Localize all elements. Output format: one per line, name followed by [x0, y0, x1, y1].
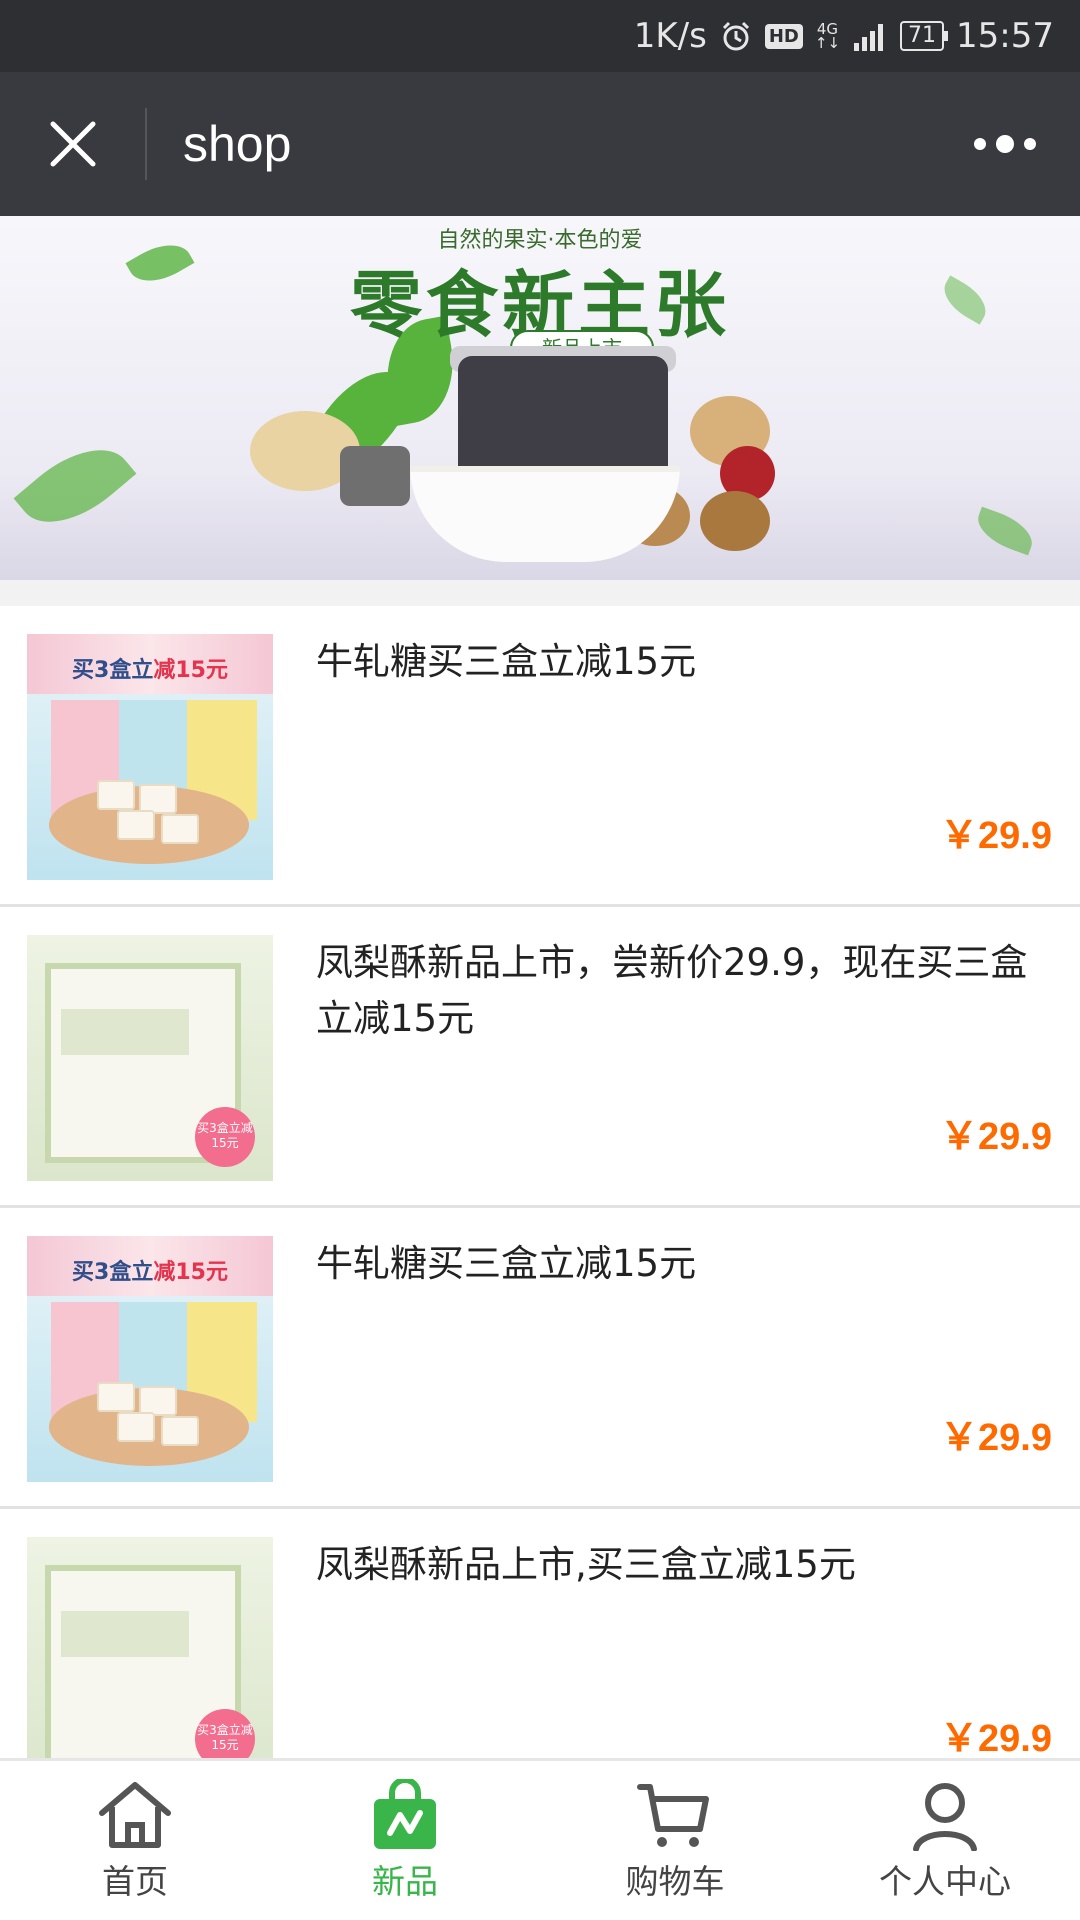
close-button[interactable] — [0, 72, 145, 216]
tab-home[interactable]: 首页 — [0, 1761, 270, 1920]
product-item[interactable]: 买3盒立减15元 牛轧糖买三盒立减15元 ￥29.9 — [0, 1208, 1080, 1509]
more-icon — [974, 138, 986, 150]
battery-indicator: 71 — [900, 21, 949, 51]
product-image: 买3盒立减15元 — [27, 1236, 273, 1482]
new-bag-icon — [374, 1779, 436, 1849]
tab-cart[interactable]: 购物车 — [540, 1761, 810, 1920]
tab-label: 首页 — [102, 1862, 168, 1901]
promo-banner[interactable]: 自然的果实·本色的爱 零食新主张 新品上市 — [0, 216, 1080, 580]
home-icon — [99, 1782, 171, 1848]
signal-icon — [852, 21, 888, 51]
net-speed: 1K/s — [633, 16, 707, 56]
tab-new[interactable]: 新品 — [270, 1761, 540, 1920]
product-image: 买3盒立减15元 — [27, 1537, 273, 1783]
product-item[interactable]: 买3盒立减15元 牛轧糖买三盒立减15元 ￥29.9 — [0, 606, 1080, 907]
walnut — [700, 491, 770, 551]
more-button[interactable] — [930, 72, 1080, 216]
bottom-tab-bar: 首页 新品 购物车 个人中心 — [0, 1758, 1080, 1920]
tab-label: 个人中心 — [879, 1862, 1011, 1901]
network-indicator: 4G ↑↓ — [814, 20, 841, 52]
page-title: shop — [183, 116, 292, 172]
tab-profile[interactable]: 个人中心 — [810, 1761, 1080, 1920]
product-price: ￥29.9 — [940, 815, 1052, 857]
tab-label: 新品 — [372, 1862, 438, 1901]
alarm-icon — [719, 19, 753, 53]
product-price: ￥29.9 — [940, 1417, 1052, 1459]
user-icon — [913, 1783, 977, 1851]
product-image: 买3盒立减15元 — [27, 634, 273, 880]
sesame-cube — [340, 446, 410, 506]
product-price: ￥29.9 — [940, 1116, 1052, 1158]
image-promo-text: 买3盒立减15元 — [72, 1260, 228, 1285]
close-icon — [50, 121, 95, 167]
clock: 15:57 — [956, 16, 1054, 56]
product-price: ￥29.9 — [940, 1718, 1052, 1760]
product-name: 凤梨酥新品上市,买三盒立减15元 — [316, 1543, 856, 1586]
hd-badge: HD — [764, 23, 803, 49]
status-bar: 1K/s HD 4G ↑↓ 71 15:57 — [0, 0, 1080, 72]
leaf-decoration — [13, 427, 137, 545]
product-name: 凤梨酥新品上市，尝新价29.9，现在买三盒立减15元 — [316, 941, 1028, 1040]
leaf-decoration — [971, 506, 1039, 556]
product-name: 牛轧糖买三盒立减15元 — [316, 640, 697, 683]
image-promo-badge: 买3盒立减15元 — [195, 1107, 255, 1167]
product-list: 买3盒立减15元 牛轧糖买三盒立减15元 ￥29.9 买3盒立减15元 凤梨酥新… — [0, 606, 1080, 1810]
product-image: 买3盒立减15元 — [27, 935, 273, 1181]
product-item[interactable]: 买3盒立减15元 凤梨酥新品上市，尝新价29.9，现在买三盒立减15元 ￥29.… — [0, 907, 1080, 1208]
nav-divider — [145, 108, 147, 180]
tab-label: 购物车 — [625, 1862, 725, 1901]
product-name: 牛轧糖买三盒立减15元 — [316, 1242, 697, 1285]
image-promo-text: 买3盒立减15元 — [72, 658, 228, 683]
top-navbar: shop — [0, 72, 1080, 216]
cart-icon — [637, 1784, 709, 1847]
snack-bowl — [410, 466, 680, 562]
